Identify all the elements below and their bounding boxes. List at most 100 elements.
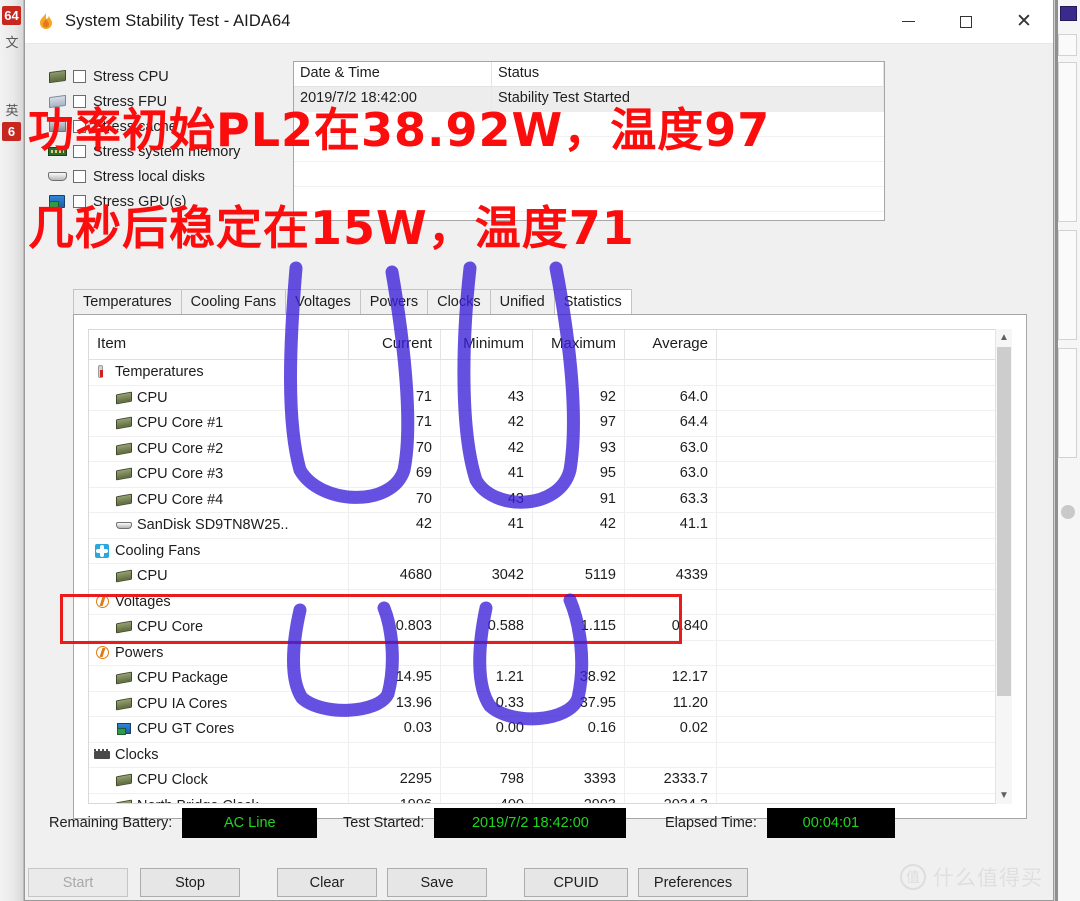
watermark: 值 什么值得买 (900, 862, 1043, 892)
chip-icon (115, 773, 133, 787)
table-row[interactable]: CPU Core #4 70 43 91 63.3 (89, 487, 1011, 513)
row-item-cell: CPU Core #3 (89, 462, 349, 487)
row-average-cell: 11.20 (625, 691, 717, 716)
row-item-label: CPU Core #2 (137, 440, 224, 457)
table-row[interactable]: Powers (89, 640, 1011, 666)
table-row[interactable]: Voltages (89, 589, 1011, 615)
chip-icon (115, 697, 133, 711)
tab-cooling-fans[interactable]: Cooling Fans (180, 289, 287, 314)
row-minimum-cell (441, 589, 533, 614)
statistics-rows: Temperatures CPU 71 43 92 64.0 CPU Core #1 71 42… (89, 360, 1011, 803)
row-maximum-cell: 38.92 (533, 666, 625, 691)
row-average-cell: 63.0 (625, 462, 717, 487)
row-filler-cell (717, 513, 1011, 538)
tab-powers[interactable]: Powers (359, 289, 429, 314)
stress-option-cpu[interactable]: Stress CPU (47, 64, 279, 89)
minimize-icon[interactable] (879, 0, 937, 44)
elapsed-time-value: 00:04:01 (766, 808, 895, 838)
table-row[interactable]: Temperatures (89, 360, 1011, 386)
stress-option-label: Stress CPU (93, 68, 169, 85)
tab-voltages[interactable]: Voltages (285, 289, 361, 314)
column-maximum[interactable]: Maximum (533, 330, 625, 359)
row-item-cell: CPU Core #4 (89, 487, 349, 512)
tab-bar: Temperatures Cooling Fans Voltages Power… (73, 289, 632, 314)
clear-button[interactable]: Clear (277, 868, 377, 897)
title-bar[interactable]: System Stability Test - AIDA64 ✕ (25, 0, 1053, 44)
row-minimum-cell (441, 640, 533, 665)
column-item[interactable]: Item (89, 330, 349, 359)
column-current[interactable]: Current (349, 330, 441, 359)
row-maximum-cell (533, 640, 625, 665)
row-average-cell: 63.0 (625, 436, 717, 461)
row-filler-cell (717, 538, 1011, 563)
column-average[interactable]: Average (625, 330, 717, 359)
table-row[interactable]: CPU Core #3 69 41 95 63.0 (89, 462, 1011, 488)
close-icon[interactable]: ✕ (995, 0, 1053, 44)
row-maximum-cell: 37.95 (533, 691, 625, 716)
tab-temperatures[interactable]: Temperatures (73, 289, 182, 314)
row-filler-cell (717, 385, 1011, 410)
table-row[interactable]: CPU IA Cores 13.96 0.33 37.95 11.20 (89, 691, 1011, 717)
row-filler-cell (717, 462, 1011, 487)
row-maximum-cell: 91 (533, 487, 625, 512)
row-item-label: CPU Core #4 (137, 491, 224, 508)
statistics-table-header: Item Current Minimum Maximum Average (89, 330, 1011, 360)
tab-clocks[interactable]: Clocks (427, 289, 491, 314)
stop-button[interactable]: Stop (140, 868, 240, 897)
stress-option-label: Stress local disks (93, 168, 206, 185)
bg-panel-3 (1058, 230, 1077, 340)
row-current-cell (349, 589, 441, 614)
bg-chip-2: 6 (2, 122, 21, 141)
stress-option-disks[interactable]: Stress local disks (47, 164, 279, 189)
table-row[interactable]: CPU Package 14.95 1.21 38.92 12.17 (89, 666, 1011, 692)
row-current-cell: 14.95 (349, 666, 441, 691)
table-row[interactable]: CPU Core #2 70 42 93 63.0 (89, 436, 1011, 462)
maximize-icon[interactable] (937, 0, 995, 44)
row-filler-cell (717, 666, 1011, 691)
scrollbar-thumb[interactable] (997, 347, 1011, 696)
row-minimum-cell: 41 (441, 513, 533, 538)
stress-disks-checkbox[interactable] (73, 170, 86, 183)
table-row[interactable]: CPU 4680 3042 5119 4339 (89, 564, 1011, 590)
table-row[interactable]: CPU 71 43 92 64.0 (89, 385, 1011, 411)
table-row[interactable]: CPU Core 0.803 0.588 1.115 0.840 (89, 615, 1011, 641)
desktop-left-strip: 64 文 英 6 (0, 0, 24, 901)
table-row[interactable]: SanDisk SD9TN8W25.. 42 41 42 41.1 (89, 513, 1011, 539)
tab-unified[interactable]: Unified (489, 289, 555, 314)
chip-icon (115, 391, 133, 405)
table-row[interactable]: Cooling Fans (89, 538, 1011, 564)
test-started-value: 2019/7/2 18:42:00 (434, 808, 627, 838)
table-row[interactable]: Clocks (89, 742, 1011, 768)
preferences-button[interactable]: Preferences (638, 868, 748, 897)
table-row[interactable]: CPU Clock 2295 798 3393 2333.7 (89, 768, 1011, 794)
row-item-label: Voltages (115, 593, 171, 610)
bg-text-2: 英 (5, 103, 19, 118)
save-button[interactable]: Save (387, 868, 487, 897)
window-title: System Stability Test - AIDA64 (65, 12, 291, 30)
scroll-up-icon[interactable]: ▲ (996, 329, 1012, 346)
statistics-table: Item Current Minimum Maximum Average Tem… (88, 329, 1012, 804)
start-button[interactable]: Start (28, 868, 128, 897)
row-current-cell (349, 360, 441, 385)
row-item-cell: Powers (89, 640, 349, 665)
flame-icon (35, 11, 57, 33)
column-minimum[interactable]: Minimum (441, 330, 533, 359)
cpuid-button[interactable]: CPUID (524, 868, 628, 897)
watermark-badge-icon: 值 (900, 864, 926, 890)
tab-statistics[interactable]: Statistics (553, 289, 632, 314)
row-item-label: CPU Core #1 (137, 415, 224, 432)
row-item-label: CPU IA Cores (137, 695, 228, 712)
stress-cpu-checkbox[interactable] (73, 70, 86, 83)
bg-app-icon (1060, 6, 1077, 21)
window-client-area: Stress CPU Stress FPU Stress cache Stres… (25, 44, 1053, 900)
table-row[interactable]: CPU GT Cores 0.03 0.00 0.16 0.02 (89, 717, 1011, 743)
row-current-cell: 70 (349, 436, 441, 461)
disk-icon (47, 169, 69, 185)
row-item-label: CPU Package (137, 670, 229, 687)
row-item-label: CPU Core (137, 619, 204, 636)
row-maximum-cell: 95 (533, 462, 625, 487)
table-row[interactable]: CPU Core #1 71 42 97 64.4 (89, 411, 1011, 437)
row-item-label: Clocks (115, 746, 159, 763)
bg-panel-1 (1058, 34, 1077, 56)
statistics-scrollbar[interactable]: ▲ ▼ (995, 329, 1012, 804)
